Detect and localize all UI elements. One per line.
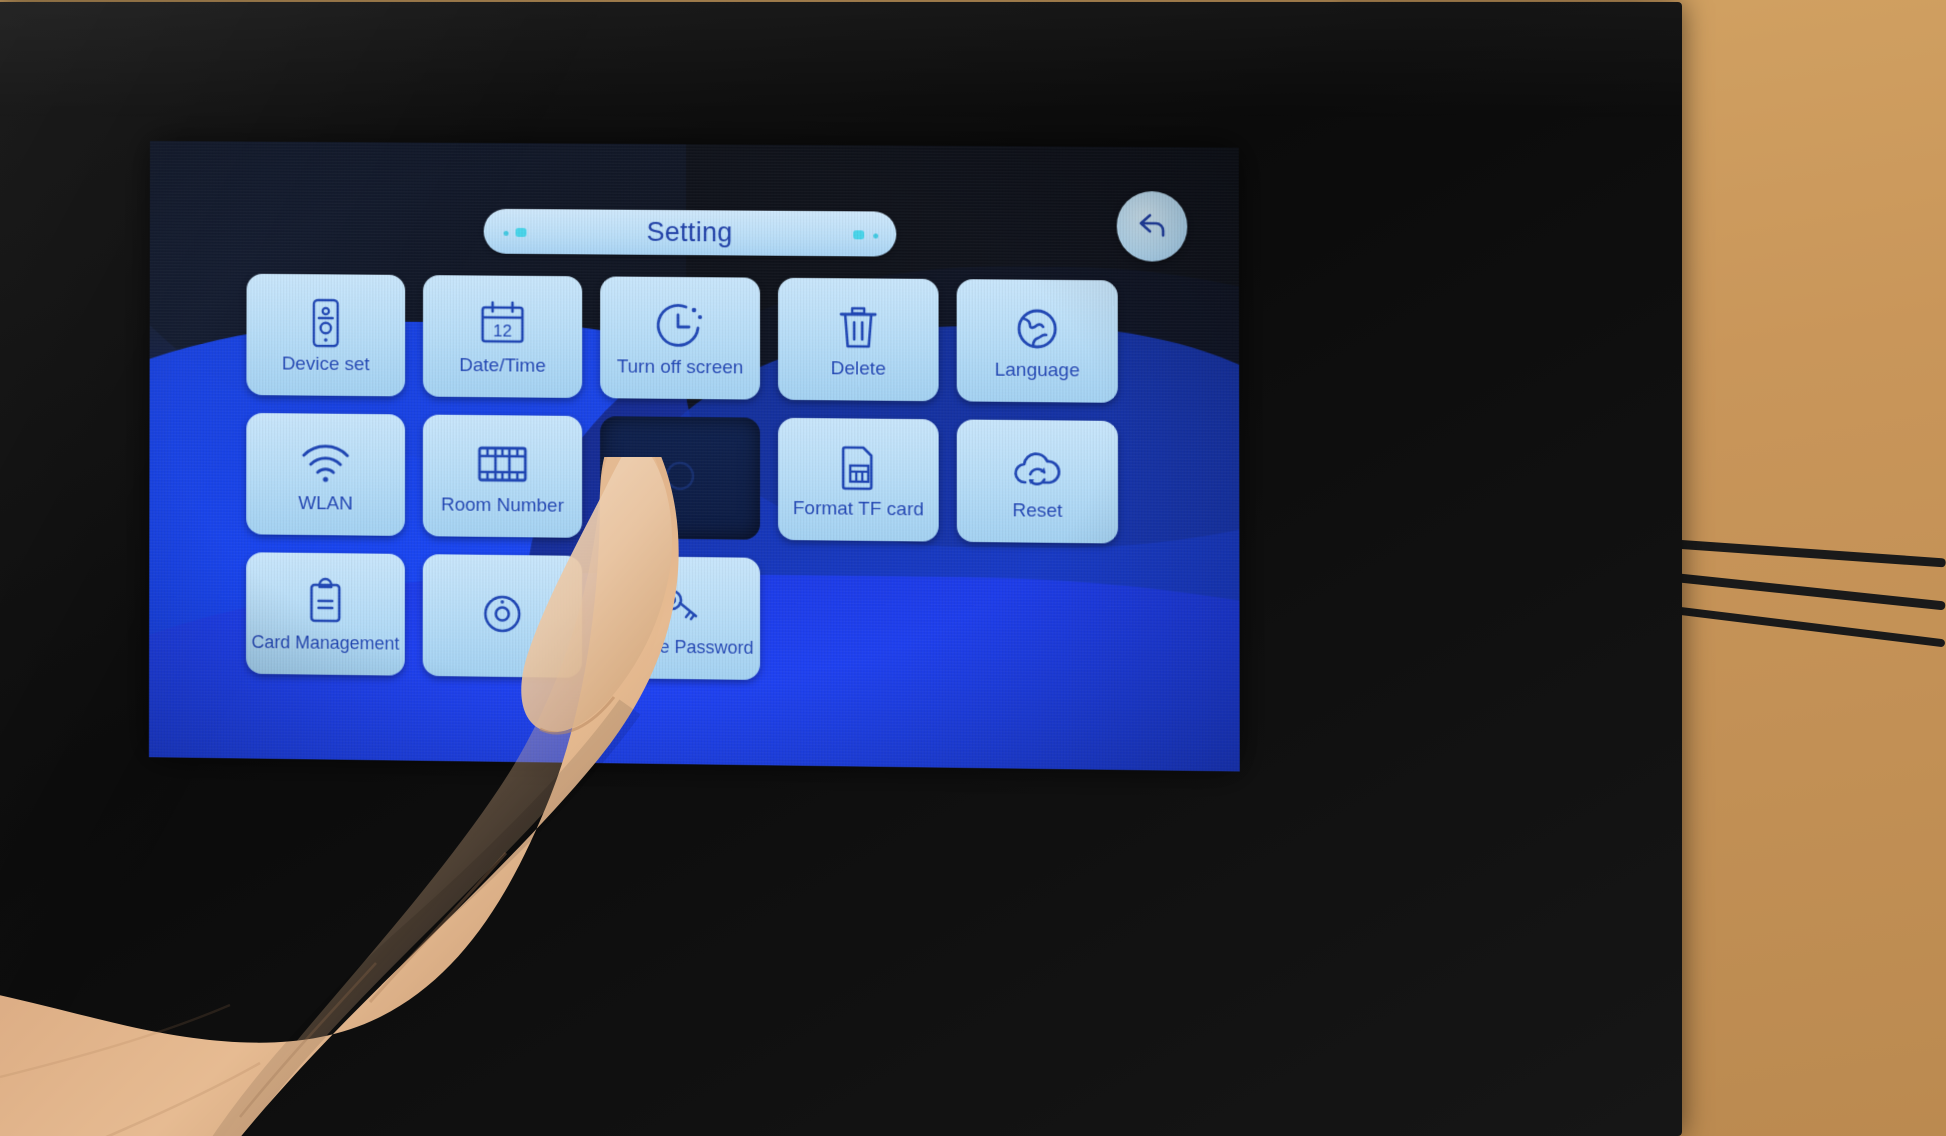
cloud-refresh-icon [1010, 442, 1064, 497]
cable [1660, 604, 1946, 648]
tile-room-number[interactable]: Room Number [422, 414, 583, 538]
wifi-icon [298, 435, 354, 489]
tile-language[interactable]: Language [956, 279, 1118, 403]
tile-label: Reset [1012, 499, 1063, 522]
cable [1650, 570, 1946, 611]
settings-screen: Setting Device set 12 Date/Time Turn off… [149, 141, 1240, 771]
tile-delete[interactable]: Delete [778, 277, 939, 402]
tile-date-time[interactable]: 12 Date/Time [422, 275, 583, 399]
tile-label: Turn off screen [616, 355, 744, 378]
clock-timer-icon [653, 298, 707, 352]
key-icon [656, 578, 704, 633]
tile-label: Delete [830, 357, 886, 380]
camera-lens-icon [477, 587, 527, 642]
tile-turn-off-screen[interactable]: Turn off screen [600, 276, 761, 400]
settings-tile-grid: Device set 12 Date/Time Turn off screen … [246, 273, 1126, 685]
pill-indicator-right [853, 230, 865, 240]
tile-label: Date/Time [459, 354, 546, 377]
tile-reset[interactable]: Reset [956, 419, 1119, 544]
page-title: Setting [646, 216, 733, 248]
tile-device-set[interactable]: Device set [246, 273, 406, 397]
back-button[interactable] [1116, 191, 1188, 262]
calendar-icon: 12 [477, 297, 529, 351]
film-grid-icon [475, 436, 531, 490]
tile-change-password[interactable]: Change Password [600, 556, 761, 680]
globe-icon [1012, 301, 1062, 356]
tile-wlan[interactable]: WLAN [246, 412, 406, 536]
tile-format-tf-card[interactable]: Format TF card [778, 417, 939, 542]
hidden-icon [658, 449, 702, 503]
tile-monitor[interactable] [422, 554, 583, 678]
tile-label: Device set [281, 353, 370, 375]
tile-card-management[interactable]: Card Management [246, 552, 405, 676]
cable [1646, 537, 1946, 568]
calendar-day-number: 12 [493, 321, 512, 340]
tile-label: Language [994, 359, 1080, 381]
tile-label: Format TF card [792, 497, 924, 520]
trash-icon [835, 300, 881, 354]
tile-dimmed[interactable] [600, 416, 761, 540]
pill-indicator-left-small [503, 230, 509, 236]
device-body: Setting Device set 12 Date/Time Turn off… [0, 2, 1682, 1136]
pill-indicator-left [515, 227, 527, 237]
device-screen: Setting Device set 12 Date/Time Turn off… [148, 141, 1240, 772]
title-bar: Setting [483, 208, 897, 257]
sd-card-icon [835, 440, 881, 495]
tile-label: Card Management [251, 631, 400, 654]
clipboard-icon [304, 574, 348, 628]
pill-indicator-right-small [873, 233, 879, 239]
photo-scene: Setting Device set 12 Date/Time Turn off… [0, 0, 1946, 1136]
tile-label: Room Number [440, 493, 564, 517]
tile-label: WLAN [298, 492, 353, 515]
intercom-panel-icon [305, 296, 347, 350]
tile-label: Change Password [606, 635, 754, 658]
back-arrow-icon [1132, 206, 1172, 246]
